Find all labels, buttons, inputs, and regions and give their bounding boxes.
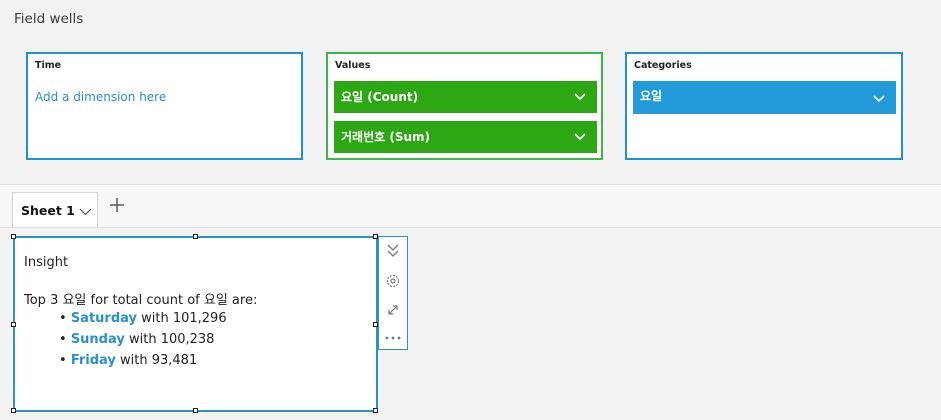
value-field-sum[interactable]: 거래번호 (Sum) (334, 121, 597, 153)
insight-visual[interactable]: Insight Top 3 요일 for total count of 요일 a… (11, 234, 378, 413)
categories-well[interactable]: Categories 요일 (625, 52, 903, 160)
values-well[interactable]: Values 요일 (Count) 거래번호 (Sum) (326, 52, 603, 160)
tab-sheet-1-label: Sheet 1 (21, 203, 75, 218)
insight-item-value: with 93,481 (115, 353, 198, 368)
list-item: • Sunday with 100,238 (59, 332, 215, 347)
sheet-tab-bar: Sheet 1 (0, 185, 941, 228)
resize-handle[interactable] (11, 234, 16, 239)
insight-item-name[interactable]: Sunday (71, 332, 125, 347)
insight-item-name[interactable]: Saturday (71, 311, 137, 326)
chevron-down-icon[interactable] (79, 205, 92, 218)
list-item: • Friday with 93,481 (59, 353, 198, 368)
gear-icon[interactable] (383, 272, 403, 290)
category-field-label: 요일 (640, 89, 663, 103)
insight-summary: Top 3 요일 for total count of 요일 are: (24, 293, 258, 308)
collapse-icon[interactable] (383, 242, 403, 260)
more-icon[interactable] (383, 329, 403, 347)
category-field[interactable]: 요일 (633, 81, 896, 114)
list-item: • Saturday with 101,296 (59, 311, 227, 326)
field-wells-panel: Field wells Time Add a dimension here Va… (0, 0, 941, 185)
resize-handle[interactable] (11, 408, 16, 413)
value-field-count[interactable]: 요일 (Count) (334, 81, 597, 113)
plus-icon[interactable] (109, 197, 125, 213)
insight-item-value: with 101,296 (136, 311, 227, 326)
time-well-label: Time (35, 60, 62, 71)
tab-sheet-1[interactable]: Sheet 1 (12, 192, 98, 227)
value-field-count-label: 요일 (Count) (341, 90, 419, 104)
categories-well-label: Categories (634, 60, 692, 71)
add-dimension-link[interactable]: Add a dimension here (35, 90, 166, 104)
time-well[interactable]: Time Add a dimension here (26, 52, 303, 160)
value-field-sum-label: 거래번호 (Sum) (341, 130, 430, 144)
resize-handle[interactable] (11, 322, 16, 327)
chevron-down-icon[interactable] (573, 90, 587, 104)
resize-handle[interactable] (373, 408, 378, 413)
insight-item-value: with 100,238 (124, 332, 215, 347)
insight-list: • Saturday with 101,296 • Sunday with 10… (59, 308, 227, 371)
insight-item-name[interactable]: Friday (71, 353, 116, 368)
chevron-down-icon[interactable] (573, 130, 587, 144)
expand-icon[interactable] (383, 301, 403, 319)
field-wells-title: Field wells (14, 11, 84, 27)
resize-handle[interactable] (193, 234, 198, 239)
visual-title: Insight (24, 255, 69, 270)
values-well-label: Values (335, 60, 371, 71)
visual-toolbar (378, 236, 408, 350)
resize-handle[interactable] (193, 408, 198, 413)
chevron-down-icon[interactable] (872, 92, 886, 106)
